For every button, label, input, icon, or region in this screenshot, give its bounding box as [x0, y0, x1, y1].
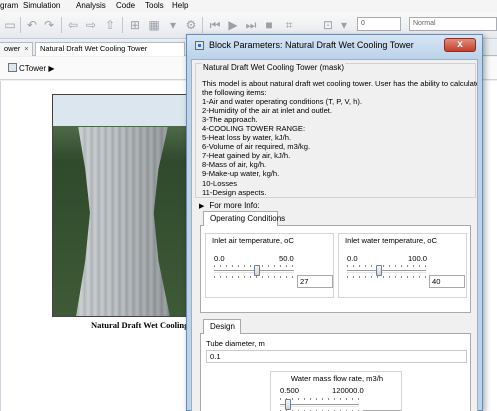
triangle-right-icon: ▶: [199, 203, 205, 210]
toolbar-separator: [202, 17, 203, 33]
more-info-label: For more Info:: [209, 201, 260, 210]
description-line: 6-Volume of air required, m3/kg.: [202, 142, 311, 152]
inlet-water-group: Inlet water temperature, oC 0.0 100.0: [338, 233, 467, 298]
description-line: 7-Heat gained by air, kJ/h.: [202, 151, 291, 161]
water-mass-flow-group: Water mass flow rate, m3/h 0.500 120000.…: [270, 371, 402, 411]
dropdown-icon[interactable]: ▾: [337, 18, 351, 32]
model-explorer-icon[interactable]: ▦: [147, 18, 161, 32]
inlet-air-max: 50.0: [279, 254, 294, 263]
toolbar-separator: [61, 17, 62, 33]
toolbar-separator: [122, 17, 123, 33]
inlet-air-input[interactable]: [297, 275, 333, 288]
inlet-water-max: 100.0: [408, 254, 428, 263]
inlet-water-min: 0.0: [347, 254, 358, 263]
tube-diameter-input[interactable]: [206, 350, 467, 363]
tower-shading: [75, 127, 171, 316]
menu-code[interactable]: Code: [116, 1, 135, 10]
chevron-right-icon: ▶: [48, 64, 55, 73]
inlet-air-slider-thumb[interactable]: [254, 265, 261, 276]
description-line: This model is about natural draft wet co…: [202, 79, 478, 88]
description-line: 4-COOLING TOWER RANGE:: [202, 124, 306, 134]
mask-description-group: Natural Draft Wet Cooling Tower (mask) T…: [195, 63, 478, 198]
block-caption: Natural Draft Wet Cooling: [91, 320, 189, 330]
block-parameters-dialog: Block Parameters: Natural Draft Wet Cool…: [186, 34, 483, 411]
scope-icon[interactable]: ⌗: [282, 18, 296, 32]
close-icon[interactable]: ×: [24, 43, 28, 55]
menu-program[interactable]: gram: [0, 1, 18, 10]
slider-ticks: [280, 398, 359, 400]
dialog-body: Natural Draft Wet Cooling Tower (mask) T…: [191, 59, 478, 411]
tab-design[interactable]: Design: [203, 319, 241, 334]
dialog-title: Block Parameters: Natural Draft Wet Cool…: [209, 40, 414, 50]
description-line: 9-Make-up water, kg/h.: [202, 169, 280, 179]
tube-diameter-label: Tube diameter, m: [206, 339, 265, 348]
tab-ctower[interactable]: ower ×: [0, 42, 33, 56]
stop-time-input[interactable]: 0: [357, 17, 401, 31]
description-line: 8-Mass of air, kg/h.: [202, 160, 267, 170]
step-forward-icon[interactable]: ⏭: [244, 18, 258, 32]
run-icon[interactable]: ▶: [226, 18, 240, 32]
dialog-titlebar[interactable]: Block Parameters: Natural Draft Wet Cool…: [187, 35, 482, 58]
water-mass-flow-max: 120000.0: [332, 386, 364, 395]
tab-operating-conditions[interactable]: Operating Conditions: [203, 211, 285, 226]
mask-title: Natural Draft Wet Cooling Tower (mask): [202, 63, 346, 72]
back-icon[interactable]: ⇦: [66, 18, 80, 32]
water-mass-flow-min: 0.500: [280, 386, 300, 395]
tab-label: Natural Draft Wet Cooling Tower: [40, 44, 148, 53]
mask-description: This model is about natural draft wet co…: [202, 79, 478, 197]
undo-icon[interactable]: ↶: [25, 18, 39, 32]
up-icon[interactable]: ⇧: [103, 18, 117, 32]
menu-tools[interactable]: Tools: [145, 1, 164, 10]
more-info-toggle[interactable]: ▶ For more Info:: [199, 201, 260, 210]
breadcrumb-model: CTower: [19, 64, 47, 73]
operating-conditions-panel: Inlet air temperature, oC 0.0 50.0 Inlet…: [200, 225, 471, 313]
menu-help[interactable]: Help: [172, 1, 188, 10]
slider-ticks: [347, 265, 426, 267]
description-line: 10-Losses: [202, 178, 238, 188]
simulation-mode-select[interactable]: Normal: [409, 17, 497, 31]
description-line: the following items:: [202, 88, 267, 98]
description-line: 1-Air and water operating conditions (T,…: [202, 97, 362, 107]
menu-bar: gram Simulation Analysis Code Tools Help: [0, 0, 497, 12]
water-mass-flow-label: Water mass flow rate, m3/h: [290, 374, 384, 383]
slider-ticks: [214, 276, 294, 278]
inlet-water-input[interactable]: [429, 275, 465, 288]
description-line: 2-Humidity of the air at inlet and outle…: [202, 106, 333, 116]
step-back-icon[interactable]: ⏮: [208, 18, 222, 32]
inlet-air-group: Inlet air temperature, oC 0.0 50.0: [205, 233, 334, 298]
menu-analysis[interactable]: Analysis: [76, 1, 106, 10]
forward-icon[interactable]: ⇨: [84, 18, 98, 32]
tab-label: ower: [4, 44, 21, 53]
water-mass-flow-slider-track[interactable]: [280, 404, 359, 407]
description-line: 3-The approach.: [202, 115, 258, 125]
save-icon[interactable]: ▭: [3, 18, 17, 32]
toolbar-separator: [20, 17, 21, 33]
redo-icon[interactable]: ↷: [42, 18, 56, 32]
menu-simulation[interactable]: Simulation: [23, 1, 60, 10]
library-icon[interactable]: ⊞: [128, 18, 142, 32]
inlet-water-label: Inlet water temperature, oC: [345, 236, 438, 245]
close-button[interactable]: x: [444, 38, 476, 52]
model-icon: [8, 63, 17, 72]
inlet-air-label: Inlet air temperature, oC: [212, 236, 294, 245]
breadcrumb[interactable]: CTower ▶: [8, 62, 55, 75]
description-line: 11-Design aspects.: [202, 187, 267, 197]
dropdown-icon[interactable]: ▾: [166, 18, 180, 32]
chart-icon[interactable]: ⊡: [321, 18, 335, 32]
simulink-block-icon: [195, 41, 204, 50]
inlet-water-slider-track[interactable]: [347, 270, 426, 273]
cooling-tower-image[interactable]: [52, 94, 189, 317]
tab-natural-draft-wet-cooling-tower[interactable]: Natural Draft Wet Cooling Tower: [35, 42, 185, 56]
description-line: 5-Heat loss by water, kJ/h.: [202, 133, 292, 143]
inlet-water-slider-thumb[interactable]: [375, 265, 382, 276]
settings-icon[interactable]: ⚙: [184, 18, 198, 32]
stop-icon[interactable]: ■: [262, 18, 276, 32]
inlet-air-min: 0.0: [214, 254, 225, 263]
slider-ticks: [347, 276, 426, 278]
design-panel: Tube diameter, m Water mass flow rate, m…: [200, 333, 471, 411]
water-mass-flow-slider-thumb[interactable]: [284, 399, 291, 410]
